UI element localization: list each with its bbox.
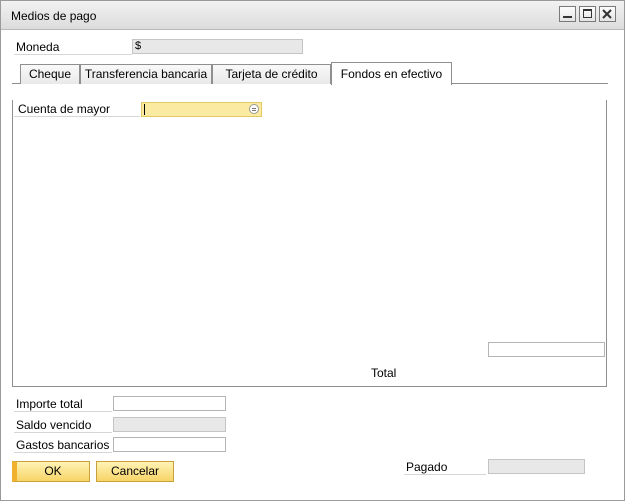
total-amount-field[interactable]	[113, 396, 226, 411]
bank-charges-label-underline	[14, 452, 112, 453]
close-button[interactable]	[599, 6, 616, 22]
total-amount-label-underline	[14, 411, 112, 412]
text-caret	[144, 104, 145, 115]
cancel-button[interactable]: Cancelar	[96, 461, 174, 482]
paid-label: Pagado	[406, 460, 448, 474]
bank-charges-field[interactable]	[113, 437, 226, 452]
window-title: Medios de pago	[11, 9, 97, 23]
minimize-button[interactable]	[559, 6, 576, 22]
gl-account-label-underline	[14, 116, 140, 117]
currency-label-underline	[14, 54, 132, 55]
tab-bank-transfer[interactable]: Transferencia bancaria	[80, 64, 212, 84]
ok-button[interactable]: OK	[12, 461, 90, 482]
overdue-balance-field[interactable]	[113, 417, 226, 432]
minimize-icon	[563, 16, 572, 18]
cash-total-label: Total	[371, 366, 397, 380]
currency-field[interactable]: $	[132, 39, 303, 54]
lookup-icon[interactable]	[249, 104, 259, 114]
bank-charges-label: Gastos bancarios	[16, 438, 110, 452]
tab-cash[interactable]: Fondos en efectivo	[331, 62, 452, 85]
gl-account-label: Cuenta de mayor	[18, 102, 111, 116]
currency-label: Moneda	[16, 40, 60, 54]
tab-cheque[interactable]: Cheque	[20, 64, 80, 84]
overdue-balance-label-underline	[14, 432, 112, 433]
total-amount-label: Importe total	[16, 397, 83, 411]
paid-label-underline	[404, 474, 486, 475]
tab-credit-card[interactable]: Tarjeta de crédito	[212, 64, 331, 84]
close-icon	[602, 9, 612, 19]
overdue-balance-label: Saldo vencido	[16, 418, 92, 432]
maximize-icon	[583, 9, 592, 18]
maximize-button[interactable]	[579, 6, 596, 22]
gl-account-field[interactable]	[141, 102, 262, 117]
paid-field[interactable]	[488, 459, 585, 474]
cash-total-field[interactable]	[488, 342, 605, 357]
title-bar[interactable]: Medios de pago	[1, 1, 624, 30]
